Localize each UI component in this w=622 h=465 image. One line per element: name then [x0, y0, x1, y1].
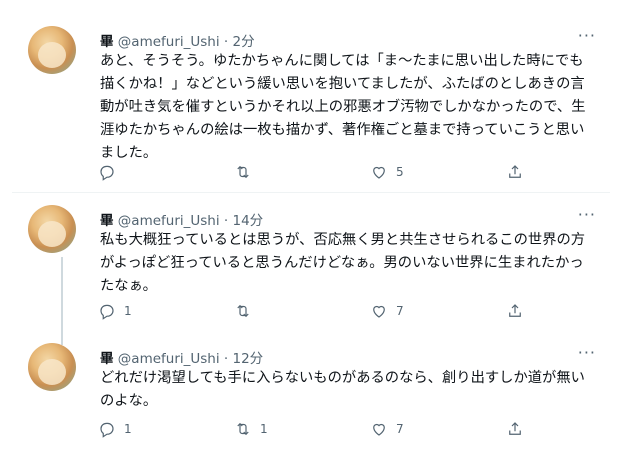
user-handle[interactable]: @amefuri_Ushi: [118, 213, 220, 229]
display-name[interactable]: 畢: [100, 213, 114, 229]
retweet-button[interactable]: [234, 162, 260, 182]
tweet-header: 畢 @amefuri_Ushi · 2分: [100, 30, 255, 50]
tweet-header: 畢 @amefuri_Ushi · 12分: [100, 347, 263, 367]
display-name[interactable]: 畢: [100, 351, 114, 367]
timestamp[interactable]: 2分: [233, 34, 255, 50]
retweet-count: 1: [260, 422, 268, 436]
tweet-actions: 5: [98, 162, 538, 182]
share-button[interactable]: [506, 301, 524, 321]
user-handle[interactable]: @amefuri_Ushi: [118, 34, 220, 50]
avatar[interactable]: [28, 26, 76, 74]
share-icon: [509, 304, 521, 317]
reply-button[interactable]: 1: [98, 301, 132, 321]
retweet-button[interactable]: [234, 301, 260, 321]
display-name[interactable]: 畢: [100, 34, 114, 50]
tweet-1[interactable]: 畢 @amefuri_Ushi · 2分 ··· あと、そうそう。ゆたかちゃんに…: [12, 0, 610, 192]
more-options-icon[interactable]: ···: [578, 26, 596, 45]
share-button[interactable]: [506, 419, 524, 439]
reply-button[interactable]: 1: [98, 419, 132, 439]
like-count: 7: [396, 304, 404, 318]
reply-count: 1: [124, 304, 132, 318]
like-button[interactable]: 7: [370, 301, 404, 321]
user-handle[interactable]: @amefuri_Ushi: [118, 351, 220, 367]
like-button[interactable]: 5: [370, 162, 404, 182]
separator: ·: [223, 34, 229, 50]
avatar[interactable]: [28, 343, 76, 391]
more-options-icon[interactable]: ···: [578, 205, 596, 224]
like-count: 7: [396, 422, 404, 436]
retweet-icon: [237, 422, 249, 436]
reply-count: 1: [124, 422, 132, 436]
tweet-text: どれだけ渇望しても手に入らないものがあるのなら、創り出すしか道が無いのよな。: [100, 370, 585, 409]
share-icon: [509, 165, 521, 178]
retweet-icon: [237, 304, 249, 318]
thread-line: [61, 257, 63, 345]
share-button[interactable]: [506, 162, 524, 182]
heart-icon: [373, 423, 385, 436]
heart-icon: [373, 166, 385, 179]
reply-icon: [100, 422, 114, 438]
like-button[interactable]: 7: [370, 419, 404, 439]
more-options-icon[interactable]: ···: [578, 343, 596, 362]
separator: ·: [223, 213, 229, 229]
heart-icon: [373, 305, 385, 318]
tweet-2[interactable]: 畢 @amefuri_Ushi · 14分 ··· 私も大概狂っているとは思うが…: [12, 193, 610, 345]
tweet-actions: 1 1 7: [98, 419, 538, 439]
tweet-3[interactable]: 畢 @amefuri_Ushi · 12分 ··· どれだけ渇望しても手に入らな…: [12, 333, 610, 465]
tweet-header: 畢 @amefuri_Ushi · 14分: [100, 209, 263, 229]
separator: ·: [223, 351, 229, 367]
tweet-text: あと、そうそう。ゆたかちゃんに関しては「ま〜たまに思い出した時にでも描くかね！」…: [100, 53, 586, 161]
reply-icon: [100, 165, 114, 181]
timestamp[interactable]: 12分: [233, 351, 264, 367]
reply-button[interactable]: [98, 162, 124, 182]
timestamp[interactable]: 14分: [233, 213, 264, 229]
timeline: 畢 @amefuri_Ushi · 2分 ··· あと、そうそう。ゆたかちゃんに…: [0, 0, 622, 465]
tweet-text: 私も大概狂っているとは思うが、否応無く男と共生させられるこの世界の方がよっぽど狂…: [100, 232, 586, 294]
tweet-actions: 1 7: [98, 301, 538, 321]
share-icon: [509, 422, 521, 435]
reply-icon: [100, 304, 114, 320]
like-count: 5: [396, 165, 404, 179]
retweet-icon: [237, 165, 249, 179]
retweet-button[interactable]: 1: [234, 419, 268, 439]
avatar[interactable]: [28, 205, 76, 253]
